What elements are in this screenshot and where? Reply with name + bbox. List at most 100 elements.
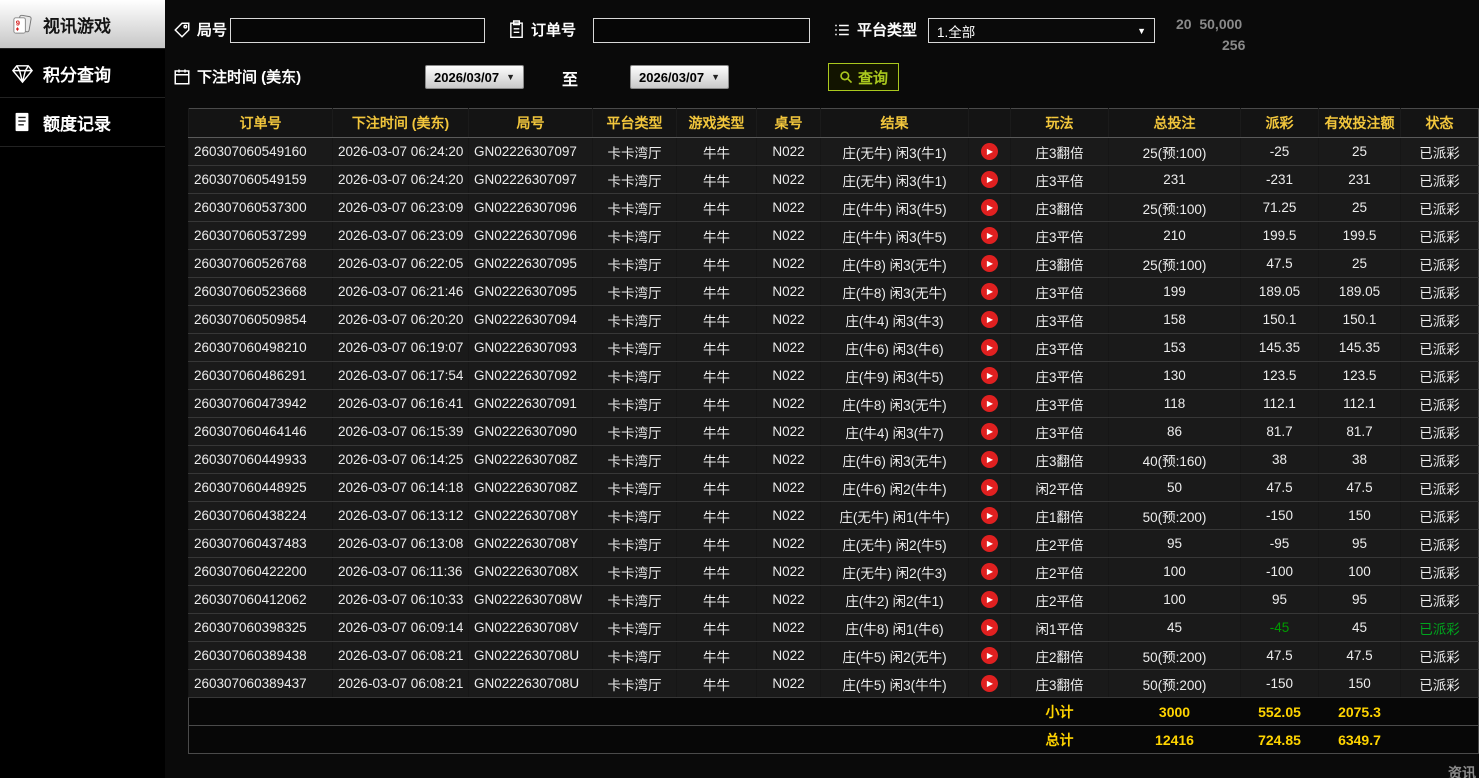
cell-valid: 45: [1319, 614, 1401, 642]
cell-status: 已派彩: [1401, 586, 1479, 614]
cell-round: GN0222630708Y: [469, 530, 593, 558]
replay-button[interactable]: ▶: [981, 535, 998, 552]
table-row[interactable]: 2603070605491592026-03-07 06:24:20GN0222…: [189, 166, 1479, 194]
table-row[interactable]: 2603070604489252026-03-07 06:14:18GN0222…: [189, 474, 1479, 502]
sidebar-item-quota-records[interactable]: 额度记录: [0, 98, 165, 147]
cell-result: 庄(牛6) 闲3(无牛): [821, 446, 969, 474]
table-row[interactable]: 2603070605098542026-03-07 06:20:20GN0222…: [189, 306, 1479, 334]
replay-button[interactable]: ▶: [981, 199, 998, 216]
table-row[interactable]: 2603070604120622026-03-07 06:10:33GN0222…: [189, 586, 1479, 614]
cell-result: 庄(牛2) 闲2(牛1): [821, 586, 969, 614]
cell-table_no: N022: [757, 670, 821, 698]
platform-type-select[interactable]: 1.全部 ▼: [928, 18, 1155, 43]
cell-play: 闲1平倍: [1011, 614, 1109, 642]
table-row[interactable]: 2603070605267682026-03-07 06:22:05GN0222…: [189, 250, 1479, 278]
replay-cell: ▶: [969, 530, 1011, 558]
replay-button[interactable]: ▶: [981, 227, 998, 244]
replay-cell: ▶: [969, 362, 1011, 390]
table-row[interactable]: 2603070605373002026-03-07 06:23:09GN0222…: [189, 194, 1479, 222]
table-row[interactable]: 2603070603894382026-03-07 06:08:21GN0222…: [189, 642, 1479, 670]
cell-game: 牛牛: [677, 474, 757, 502]
cell-payout: -150: [1241, 670, 1319, 698]
calendar-icon: [173, 68, 191, 86]
cell-platform: 卡卡湾厅: [593, 362, 677, 390]
replay-cell: ▶: [969, 194, 1011, 222]
replay-button[interactable]: ▶: [981, 311, 998, 328]
cell-round: GN02226307097: [469, 166, 593, 194]
table-row[interactable]: 2603070604641462026-03-07 06:15:39GN0222…: [189, 418, 1479, 446]
cell-status: 已派彩: [1401, 306, 1479, 334]
cell-order: 260307060498210: [189, 334, 333, 362]
round-number-input[interactable]: [230, 18, 485, 43]
sidebar-item-video-games[interactable]: 9 ♦ 视讯游戏: [0, 0, 165, 49]
table-row[interactable]: 2603070604382242026-03-07 06:13:12GN0222…: [189, 502, 1479, 530]
table-row[interactable]: 2603070603983252026-03-07 06:09:14GN0222…: [189, 614, 1479, 642]
cell-game: 牛牛: [677, 278, 757, 306]
replay-button[interactable]: ▶: [981, 283, 998, 300]
cell-play: 庄3翻倍: [1011, 250, 1109, 278]
cell-platform: 卡卡湾厅: [593, 614, 677, 642]
cell-order: 260307060473942: [189, 390, 333, 418]
replay-button[interactable]: ▶: [981, 619, 998, 636]
cards-icon: 9 ♦: [10, 12, 34, 36]
table-row[interactable]: 2603070604739422026-03-07 06:16:41GN0222…: [189, 390, 1479, 418]
replay-button[interactable]: ▶: [981, 367, 998, 384]
replay-cell: ▶: [969, 670, 1011, 698]
cell-bet: 210: [1109, 222, 1241, 250]
cell-table_no: N022: [757, 614, 821, 642]
replay-button[interactable]: ▶: [981, 507, 998, 524]
cell-play: 庄2平倍: [1011, 530, 1109, 558]
table-row[interactable]: 2603070605491602026-03-07 06:24:20GN0222…: [189, 138, 1479, 166]
cell-play: 庄3平倍: [1011, 166, 1109, 194]
column-header: 总投注: [1109, 109, 1241, 138]
replay-button[interactable]: ▶: [981, 479, 998, 496]
table-row[interactable]: 2603070604982102026-03-07 06:19:07GN0222…: [189, 334, 1479, 362]
cell-game: 牛牛: [677, 670, 757, 698]
cell-result: 庄(无牛) 闲2(牛3): [821, 558, 969, 586]
replay-button[interactable]: ▶: [981, 171, 998, 188]
cell-time: 2026-03-07 06:20:20: [333, 306, 469, 334]
table-row[interactable]: 2603070604499332026-03-07 06:14:25GN0222…: [189, 446, 1479, 474]
cell-time: 2026-03-07 06:21:46: [333, 278, 469, 306]
sidebar-item-points-query[interactable]: 积分查询: [0, 49, 165, 98]
replay-button[interactable]: ▶: [981, 591, 998, 608]
cell-table_no: N022: [757, 446, 821, 474]
replay-button[interactable]: ▶: [981, 395, 998, 412]
cell-bet: 50(预:200): [1109, 642, 1241, 670]
table-row[interactable]: 2603070605372992026-03-07 06:23:09GN0222…: [189, 222, 1479, 250]
main-panel: 局号 订单号 平台类型: [165, 0, 1479, 778]
replay-button[interactable]: ▶: [981, 647, 998, 664]
cell-bet: 25(预:100): [1109, 194, 1241, 222]
date-to-select[interactable]: 2026/03/07 ▼: [630, 65, 729, 89]
replay-button[interactable]: ▶: [981, 339, 998, 356]
cell-platform: 卡卡湾厅: [593, 446, 677, 474]
subtotal-row: 小计 3000 552.05 2075.3: [189, 698, 1479, 726]
cell-order: 260307060509854: [189, 306, 333, 334]
replay-button[interactable]: ▶: [981, 255, 998, 272]
cell-time: 2026-03-07 06:23:09: [333, 194, 469, 222]
table-row[interactable]: 2603070603894372026-03-07 06:08:21GN0222…: [189, 670, 1479, 698]
bet-time-filter: 下注时间 (美东): [173, 66, 301, 87]
table-row[interactable]: 2603070604222002026-03-07 06:11:36GN0222…: [189, 558, 1479, 586]
table-row[interactable]: 2603070605236682026-03-07 06:21:46GN0222…: [189, 278, 1479, 306]
cell-table_no: N022: [757, 166, 821, 194]
cell-bet: 199: [1109, 278, 1241, 306]
column-header: 玩法: [1011, 109, 1109, 138]
replay-button[interactable]: ▶: [981, 451, 998, 468]
cell-play: 庄3翻倍: [1011, 138, 1109, 166]
order-number-input[interactable]: [593, 18, 810, 43]
replay-button[interactable]: ▶: [981, 143, 998, 160]
cell-play: 庄3翻倍: [1011, 446, 1109, 474]
sidebar-item-label: 额度记录: [43, 110, 111, 135]
replay-button[interactable]: ▶: [981, 423, 998, 440]
cell-round: GN0222630708Y: [469, 502, 593, 530]
cell-bet: 100: [1109, 558, 1241, 586]
table-row[interactable]: 2603070604862912026-03-07 06:17:54GN0222…: [189, 362, 1479, 390]
cell-bet: 40(预:160): [1109, 446, 1241, 474]
date-from-select[interactable]: 2026/03/07 ▼: [425, 65, 524, 89]
replay-button[interactable]: ▶: [981, 563, 998, 580]
search-button[interactable]: 查询: [828, 63, 899, 91]
replay-button[interactable]: ▶: [981, 675, 998, 692]
cell-platform: 卡卡湾厅: [593, 250, 677, 278]
table-row[interactable]: 2603070604374832026-03-07 06:13:08GN0222…: [189, 530, 1479, 558]
